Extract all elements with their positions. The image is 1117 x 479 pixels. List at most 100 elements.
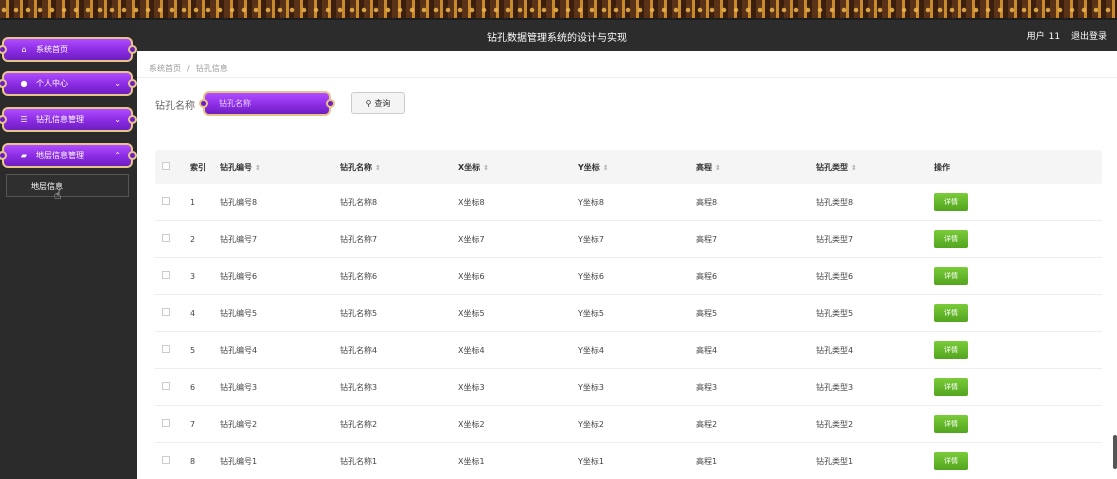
- detail-button[interactable]: 详情: [934, 230, 968, 248]
- breadcrumb-home[interactable]: 系统首页: [149, 64, 181, 73]
- sidebar-item-home[interactable]: ⌂ 系统首页: [0, 37, 137, 62]
- row-checkbox[interactable]: [162, 308, 170, 316]
- home-icon: ⌂: [21, 45, 27, 54]
- column-header[interactable]: X坐标 ⇕: [458, 162, 578, 173]
- row-checkbox[interactable]: [162, 345, 170, 353]
- row-checkbox[interactable]: [162, 234, 170, 242]
- table-cell: X坐标4: [458, 345, 485, 355]
- table-row: 8 钻孔编号1 钻孔名称1 X坐标1 Y坐标1 高程1 钻孔类型1 详情: [155, 443, 1102, 479]
- ornament-knob: [128, 115, 137, 124]
- table-cell: 钻孔编号1: [220, 456, 258, 466]
- table-cell: 钻孔类型4: [816, 345, 854, 355]
- table-cell: X坐标5: [458, 308, 485, 318]
- table-cell: Y坐标8: [578, 197, 604, 207]
- user-icon: ●: [20, 79, 28, 88]
- main-content: 系统首页 / 钻孔信息 钻孔名称 钻孔名称 ⚲ 查询 索引 钻孔编号 ⇕ 钻孔名称 ⇕ …: [137, 51, 1117, 479]
- table-cell: 高程8: [696, 197, 718, 207]
- column-header: 操作: [934, 162, 950, 172]
- user-label: 用户: [1026, 32, 1045, 42]
- row-checkbox[interactable]: [162, 382, 170, 390]
- detail-button[interactable]: 详情: [934, 452, 968, 470]
- chevron-down-icon: ⌄: [114, 115, 121, 124]
- layers-icon: ▰: [20, 151, 28, 160]
- detail-button[interactable]: 详情: [934, 341, 968, 359]
- ornament-knob: [0, 45, 7, 54]
- ornament-knob: [128, 79, 137, 88]
- table-cell: Y坐标7: [578, 234, 604, 244]
- data-table: 索引 钻孔编号 ⇕ 钻孔名称 ⇕ X坐标 ⇕ Y坐标 ⇕ 高程 ⇕ 钻孔类型 ⇕ 操作 1 钻…: [155, 150, 1102, 479]
- column-header[interactable]: 钻孔名称 ⇕: [340, 162, 458, 173]
- row-checkbox[interactable]: [162, 456, 170, 464]
- table-cell: X坐标3: [458, 382, 485, 392]
- table-cell: 6: [190, 382, 196, 392]
- table-cell: 5: [190, 345, 196, 355]
- table-cell: 钻孔名称1: [340, 456, 378, 466]
- table-cell: 钻孔编号5: [220, 308, 258, 318]
- detail-button[interactable]: 详情: [934, 304, 968, 322]
- table-row: 1 钻孔编号8 钻孔名称8 X坐标8 Y坐标8 高程8 钻孔类型8 详情: [155, 184, 1102, 221]
- table-cell: 钻孔类型7: [816, 234, 854, 244]
- sidebar-subitem-stratum-info[interactable]: 地层信息: [6, 174, 129, 197]
- breadcrumb-separator: /: [187, 64, 190, 73]
- sidebar-item-stratum-management[interactable]: ▰ 地层信息管理 ⌃: [0, 143, 137, 168]
- table-cell: Y坐标4: [578, 345, 604, 355]
- table-cell: 钻孔名称8: [340, 197, 378, 207]
- column-header[interactable]: 钻孔类型 ⇕: [816, 162, 934, 173]
- ornament-knob: [128, 45, 137, 54]
- table-cell: 钻孔名称2: [340, 419, 378, 429]
- table-cell: 钻孔类型2: [816, 419, 854, 429]
- sidebar-item-label: 钻孔信息管理: [36, 115, 84, 124]
- table-cell: 7: [190, 419, 196, 429]
- logout-link[interactable]: 退出登录: [1071, 32, 1107, 42]
- table-cell: 钻孔编号6: [220, 271, 258, 281]
- table-cell: 高程6: [696, 271, 718, 281]
- sort-icon: ⇕: [255, 163, 261, 172]
- column-header[interactable]: Y坐标 ⇕: [578, 162, 696, 173]
- table-cell: 钻孔名称4: [340, 345, 378, 355]
- column-header[interactable]: 钻孔编号 ⇕: [220, 162, 340, 173]
- sidebar-item-personal-center[interactable]: ● 个人中心 ⌄: [0, 71, 137, 96]
- breadcrumb-current: 钻孔信息: [195, 64, 228, 73]
- table-cell: 钻孔类型5: [816, 308, 854, 318]
- table-row: 7 钻孔编号2 钻孔名称2 X坐标2 Y坐标2 高程2 钻孔类型2 详情: [155, 406, 1102, 443]
- table-cell: 钻孔名称5: [340, 308, 378, 318]
- ornament-knob: [0, 79, 7, 88]
- search-button[interactable]: ⚲ 查询: [351, 92, 405, 114]
- detail-button[interactable]: 详情: [934, 378, 968, 396]
- table-cell: 1: [190, 197, 196, 207]
- search-button-label: 查询: [374, 98, 391, 108]
- row-checkbox[interactable]: [162, 271, 170, 279]
- detail-button[interactable]: 详情: [934, 193, 968, 211]
- table-cell: 2: [190, 234, 196, 244]
- scrollbar-thumb[interactable]: [1113, 435, 1117, 469]
- table-row: 5 钻孔编号4 钻孔名称4 X坐标4 Y坐标4 高程4 钻孔类型4 详情: [155, 332, 1102, 369]
- table-cell: 钻孔名称6: [340, 271, 378, 281]
- table-cell: Y坐标1: [578, 456, 604, 466]
- hand-cursor-icon: ☝: [54, 188, 62, 202]
- row-checkbox[interactable]: [162, 419, 170, 427]
- user-name: 11: [1048, 32, 1061, 42]
- row-checkbox[interactable]: [162, 197, 170, 205]
- table-cell: 钻孔编号8: [220, 197, 258, 207]
- detail-button[interactable]: 详情: [934, 415, 968, 433]
- table-cell: Y坐标5: [578, 308, 604, 318]
- select-all-checkbox[interactable]: [162, 162, 170, 170]
- table-cell: 钻孔编号7: [220, 234, 258, 244]
- table-row: 4 钻孔编号5 钻孔名称5 X坐标5 Y坐标5 高程5 钻孔类型5 详情: [155, 295, 1102, 332]
- decorative-beads: [0, 6, 1117, 14]
- table-cell: 钻孔类型1: [816, 456, 854, 466]
- column-header: 索引: [190, 162, 206, 172]
- column-header[interactable]: 高程 ⇕: [696, 162, 816, 173]
- sidebar-item-label: 个人中心: [36, 79, 68, 88]
- sort-icon: ⇕: [602, 163, 609, 172]
- detail-button[interactable]: 详情: [934, 267, 968, 285]
- sidebar-item-label: 地层信息管理: [36, 151, 84, 160]
- ornament-knob: [199, 99, 208, 108]
- sort-icon: ⇕: [715, 163, 721, 172]
- search-input[interactable]: 钻孔名称: [199, 91, 335, 116]
- table-cell: 高程2: [696, 419, 718, 429]
- ornament-knob: [0, 151, 7, 160]
- table-cell: 钻孔编号2: [220, 419, 258, 429]
- sidebar-item-borehole-management[interactable]: ☰ 钻孔信息管理 ⌄: [0, 107, 137, 132]
- user-area: 用户 11 退出登录: [1023, 29, 1107, 42]
